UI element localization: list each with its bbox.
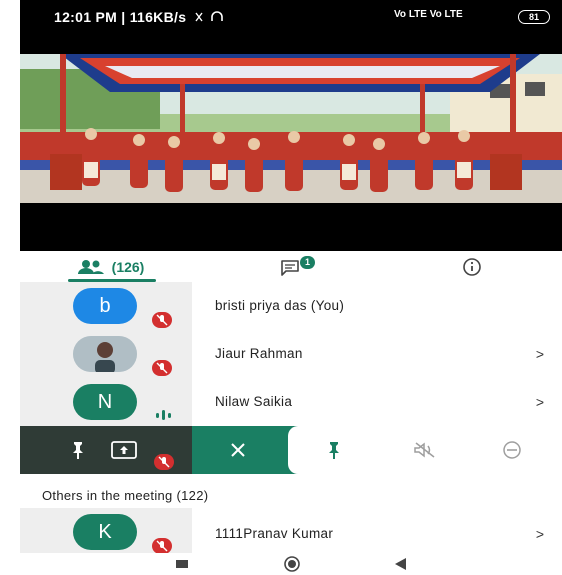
avatar-cell: K (20, 508, 192, 553)
participant-name: 1111Pranav Kumar (215, 526, 334, 541)
participant-row[interactable]: N Nilaw Saikia > (20, 378, 562, 426)
home-button[interactable] (280, 556, 304, 572)
status-time: 12:01 PM | 116KB/s (54, 9, 187, 25)
participant-name: Nilaw Saikia (215, 394, 293, 409)
video-letterbox-bottom (20, 203, 562, 251)
avatar-photo (73, 336, 137, 372)
system-nav-bar (20, 553, 562, 575)
video-feed[interactable] (20, 54, 562, 203)
mic-off-icon (152, 538, 172, 553)
participant-name: bristi priya das (You) (215, 298, 345, 313)
people-count: (126) (111, 258, 145, 275)
tab-people[interactable]: (126) (20, 251, 200, 282)
chevron-right-icon[interactable]: > (536, 510, 544, 553)
participant-row[interactable]: b bristi priya das (You) (20, 282, 562, 330)
chat-icon (280, 259, 299, 276)
participant-row[interactable]: K 1111Pranav Kumar > (20, 508, 562, 553)
pin-icon[interactable] (68, 440, 88, 460)
avatar-cell: N (20, 378, 192, 426)
status-icons (195, 11, 223, 22)
status-bar: 12:01 PM | 116KB/s Vo LTE Vo LTE 81 (20, 0, 562, 34)
participant-row[interactable]: Jiaur Rahman > (20, 330, 562, 378)
chevron-right-icon[interactable]: > (536, 330, 544, 378)
avatar-cell (20, 330, 192, 378)
chevron-right-icon[interactable]: > (536, 378, 544, 426)
mute-participant-button[interactable] (412, 440, 438, 460)
avatar: b (73, 288, 137, 324)
remove-participant-button[interactable] (502, 440, 522, 460)
action-buttons (288, 426, 562, 474)
pin-button[interactable] (324, 440, 344, 460)
info-icon (462, 257, 481, 276)
recents-button[interactable] (174, 558, 190, 570)
avatar: N (73, 384, 137, 420)
signal-text: Vo LTE Vo LTE (394, 9, 463, 20)
mic-off-icon (154, 454, 174, 470)
video-frame (20, 54, 562, 203)
participant-name: Jiaur Rahman (215, 346, 303, 361)
people-icon (77, 259, 104, 274)
avatar-cell: b (20, 282, 192, 330)
battery-icon: 81 (518, 10, 550, 24)
close-actions-button[interactable] (192, 426, 284, 474)
chat-badge: 1 (300, 256, 315, 269)
others-heading: Others in the meeting (122) (42, 488, 209, 503)
mic-off-icon (152, 360, 172, 376)
mic-off-icon (152, 312, 172, 328)
present-screen-icon[interactable] (110, 440, 138, 460)
back-button[interactable] (392, 557, 410, 571)
avatar: K (73, 514, 137, 550)
video-letterbox-top (20, 34, 562, 54)
tab-chat[interactable]: 1 (200, 251, 381, 282)
close-icon (231, 443, 245, 457)
tab-info[interactable] (381, 251, 562, 282)
speaking-indicator-icon (154, 408, 174, 427)
meeting-tabs: (126) 1 (20, 251, 562, 282)
action-right-panel (284, 426, 562, 474)
action-left-panel (20, 426, 192, 474)
participant-action-bar (20, 426, 562, 474)
